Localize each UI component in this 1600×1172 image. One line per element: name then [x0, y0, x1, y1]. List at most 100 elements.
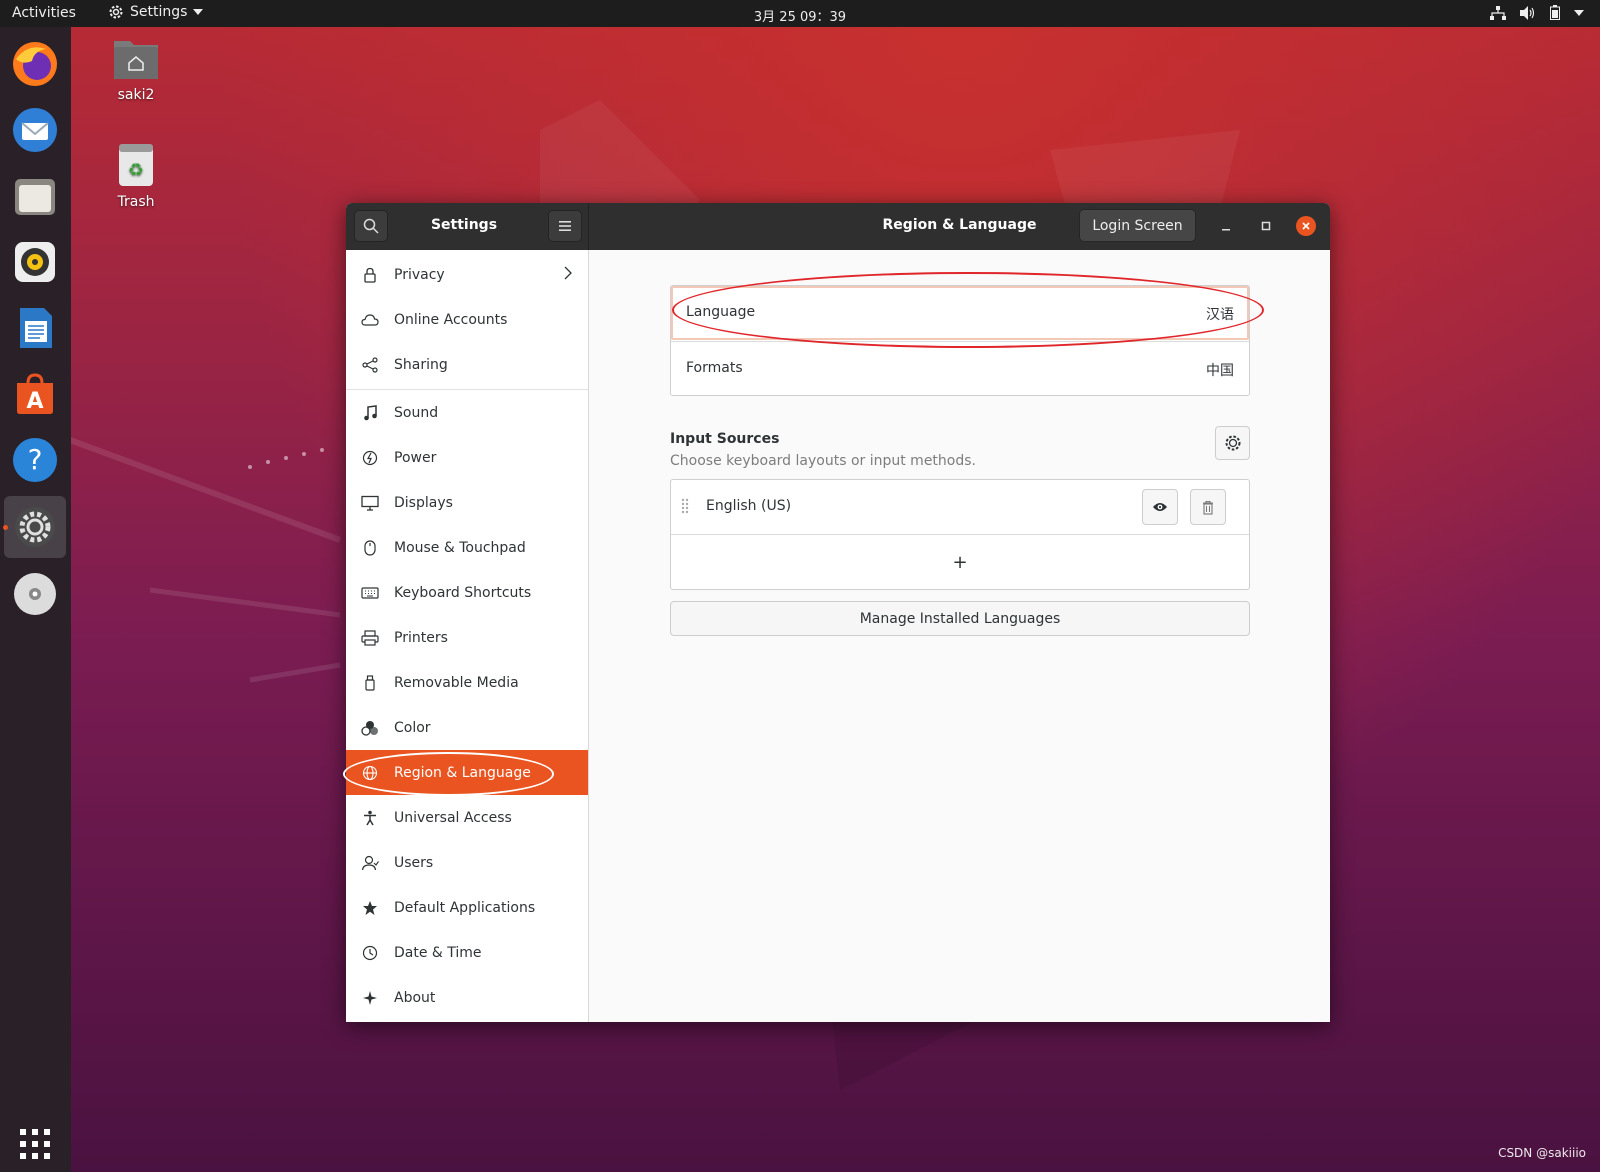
battery-icon	[1550, 5, 1560, 20]
dock-help[interactable]: ?	[4, 429, 66, 491]
files-icon	[15, 179, 55, 215]
svg-text:?: ?	[28, 443, 43, 476]
remove-input-source-button[interactable]	[1190, 489, 1226, 525]
sidebar-item-date-time[interactable]: Date & Time	[346, 930, 588, 975]
desktop-trash[interactable]: ♻ Trash	[96, 142, 176, 210]
sidebar-item-label: Default Applications	[394, 899, 536, 916]
show-applications-icon[interactable]	[18, 1127, 52, 1161]
dock-settings[interactable]	[4, 496, 66, 558]
sidebar-item-region-language[interactable]: Region & Language	[346, 750, 588, 795]
panel-title: Region & Language	[882, 217, 1037, 233]
dropdown-arrow-icon	[193, 9, 204, 15]
music-note-icon	[360, 403, 380, 423]
header-bar: Settings Region & Language Login Screen	[346, 203, 1330, 250]
sidebar-item-label: Users	[394, 854, 434, 871]
input-source-label: English (US)	[706, 498, 792, 514]
app-menu[interactable]: Settings	[108, 4, 204, 20]
lock-icon	[360, 265, 380, 285]
sidebar-item-displays[interactable]: Displays	[346, 480, 588, 525]
sidebar-item-label: Displays	[394, 494, 453, 511]
sidebar-item-privacy[interactable]: Privacy	[346, 252, 588, 297]
dock-dvd[interactable]	[4, 563, 66, 625]
sidebar-item-power[interactable]: Power	[346, 435, 588, 480]
clock[interactable]: 3月 25 09：39	[754, 10, 846, 25]
input-sources-title: Input Sources	[670, 431, 780, 447]
mouse-icon	[360, 538, 380, 558]
desktop-home-folder[interactable]: saki2	[96, 37, 176, 103]
dock-thunderbird[interactable]	[4, 99, 66, 161]
sidebar-item-default-applications[interactable]: Default Applications	[346, 885, 588, 930]
color-icon	[360, 718, 380, 738]
sidebar-item-removable-media[interactable]: Removable Media	[346, 660, 588, 705]
eye-icon	[1153, 503, 1167, 511]
network-icon	[1490, 5, 1506, 20]
dock-files[interactable]	[4, 165, 66, 227]
dock-firefox[interactable]	[4, 33, 66, 95]
formats-row[interactable]: Formats 中国	[671, 341, 1249, 396]
sidebar-item-users[interactable]: Users	[346, 840, 588, 885]
accessibility-icon	[360, 808, 380, 828]
primary-menu-button[interactable]	[548, 210, 582, 242]
sidebar-item-online-accounts[interactable]: Online Accounts	[346, 297, 588, 342]
sidebar-item-sharing[interactable]: Sharing	[346, 342, 588, 387]
sidebar-item-keyboard-shortcuts[interactable]: Keyboard Shortcuts	[346, 570, 588, 615]
dock: A ?	[0, 27, 71, 1172]
sidebar-item-mouse-touchpad[interactable]: Mouse & Touchpad	[346, 525, 588, 570]
sidebar-item-about[interactable]: About	[346, 975, 588, 1020]
login-screen-button[interactable]: Login Screen	[1079, 209, 1196, 242]
preview-layout-button[interactable]	[1142, 489, 1178, 525]
input-sources-options-button[interactable]	[1215, 426, 1250, 460]
close-button[interactable]	[1296, 216, 1316, 236]
sidebar-item-color[interactable]: Color	[346, 705, 588, 750]
maximize-button[interactable]	[1256, 216, 1276, 236]
app-menu-label: Settings	[130, 4, 188, 20]
sidebar-item-label: Online Accounts	[394, 311, 508, 328]
sidebar-header: Settings	[346, 203, 589, 250]
system-tray[interactable]	[1490, 5, 1584, 20]
watermark: CSDN @sakiiio	[1498, 1146, 1586, 1160]
search-icon	[363, 218, 379, 234]
language-formats-list: Language 汉语 Formats 中国	[670, 285, 1250, 396]
input-source-row[interactable]: English (US)	[671, 480, 1249, 535]
close-icon	[1302, 222, 1310, 230]
globe-icon	[360, 763, 380, 783]
manage-installed-languages-button[interactable]: Manage Installed Languages	[670, 601, 1250, 636]
svg-text:A: A	[26, 389, 43, 414]
language-row[interactable]: Language 汉语	[671, 286, 1249, 341]
dock-ubuntu-software[interactable]: A	[4, 363, 66, 425]
dock-libreoffice-writer[interactable]	[4, 297, 66, 359]
formats-value: 中国	[1206, 363, 1234, 379]
sidebar-item-printers[interactable]: Printers	[346, 615, 588, 660]
desktop-icon-label: Trash	[117, 194, 155, 210]
add-input-source-button[interactable]: +	[671, 535, 1249, 589]
activities-button[interactable]: Activities	[12, 5, 76, 21]
language-value: 汉语	[1206, 307, 1234, 323]
power-icon	[360, 448, 380, 468]
share-icon	[360, 355, 380, 375]
region-language-panel: Language 汉语 Formats 中国 Input Sources Cho…	[589, 250, 1330, 1022]
system-menu-arrow-icon	[1574, 9, 1584, 16]
sidebar-item-universal-access[interactable]: Universal Access	[346, 795, 588, 840]
sidebar-item-label: Removable Media	[394, 674, 519, 691]
usb-icon	[360, 673, 380, 693]
sidebar-item-sound[interactable]: Sound	[346, 390, 588, 435]
sidebar: Privacy Online Accounts Sharing Sound Po…	[346, 250, 589, 1022]
focus-highlight	[671, 286, 1249, 340]
display-icon	[360, 493, 380, 513]
sidebar-item-label: About	[394, 989, 436, 1006]
keyboard-icon	[360, 583, 380, 603]
sidebar-item-label: Universal Access	[394, 809, 512, 826]
search-button[interactable]	[354, 210, 388, 242]
dock-rhythmbox[interactable]	[4, 231, 66, 293]
dvd-icon	[14, 573, 56, 615]
running-indicator	[3, 525, 8, 530]
drag-handle-icon[interactable]	[681, 498, 689, 514]
settings-icon	[15, 507, 55, 547]
rhythmbox-icon	[15, 242, 55, 282]
minimize-button[interactable]	[1216, 216, 1236, 236]
sidebar-item-label: Privacy	[394, 266, 445, 283]
sidebar-item-label: Sharing	[394, 356, 448, 373]
users-icon	[360, 853, 380, 873]
star-icon	[360, 898, 380, 918]
hamburger-icon	[559, 221, 571, 231]
